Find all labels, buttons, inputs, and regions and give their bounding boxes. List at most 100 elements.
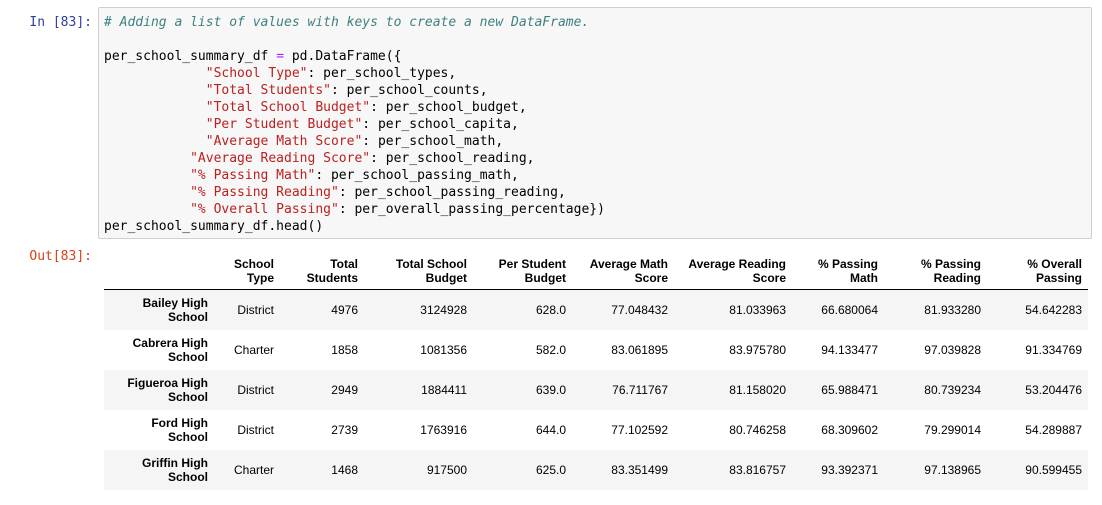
table-row: Cabrera High School Charter 1858 1081356 582.… xyxy=(104,330,1088,370)
table-row: Ford High School District 2739 1763916 644.0 7… xyxy=(104,410,1088,450)
code-token: : per_school_passing_math, xyxy=(315,168,519,183)
column-header-line: Score xyxy=(634,271,668,285)
row-index-line: Cabrera High xyxy=(132,335,208,350)
code-token: # Adding a list of values with keys to c… xyxy=(104,15,590,30)
table-cell: 54.289887 xyxy=(1025,422,1082,437)
column-header-line: Average Reading xyxy=(688,257,786,271)
table-cell: 2949 xyxy=(331,382,358,397)
column-header: % Overall Passing xyxy=(987,249,1088,290)
column-header: School Type xyxy=(214,249,280,290)
column-header-line: Math xyxy=(850,271,878,285)
table-cell: 628.0 xyxy=(535,302,566,317)
column-header-line: Average Math xyxy=(589,257,668,271)
code-token: = xyxy=(276,49,285,64)
code-token: "% Overall Passing" xyxy=(190,202,339,217)
table-cell: 1468 xyxy=(331,462,358,477)
table-cell: 54.642283 xyxy=(1025,302,1082,317)
row-index-line: School xyxy=(167,469,208,484)
column-header-line: School xyxy=(233,257,274,271)
index-header xyxy=(104,249,214,290)
code-token: : per_school_budget, xyxy=(370,100,527,115)
row-index: Cabrera High School xyxy=(104,330,214,370)
table-cell: 582.0 xyxy=(535,342,566,357)
table-cell: 1858 xyxy=(331,342,358,357)
code-token: : per_school_types, xyxy=(307,66,457,81)
table-cell: District xyxy=(237,302,274,317)
code-editor[interactable]: # Adding a list of values with keys to c… xyxy=(99,8,1091,235)
code-token: "Average Reading Score" xyxy=(190,151,371,166)
column-header-line: Passing xyxy=(1035,271,1082,285)
code-input-area[interactable]: # Adding a list of values with keys to c… xyxy=(98,7,1092,239)
table-cell: Charter xyxy=(233,342,274,357)
column-header: Per Student Budget xyxy=(473,249,572,290)
code-token: "% Passing Math" xyxy=(190,168,316,183)
output-area: School Type Total Students Total School Budge… xyxy=(104,249,1088,490)
code-line: "Average Reading Score": per_school_read… xyxy=(104,150,1086,167)
row-index-line: School xyxy=(167,349,208,364)
column-header: Average Reading Score xyxy=(674,249,792,290)
row-index: Figueroa High School xyxy=(104,370,214,410)
row-index: Ford High School xyxy=(104,410,214,450)
row-index-line: School xyxy=(167,429,208,444)
table-cell: District xyxy=(237,382,274,397)
table-cell: 65.988471 xyxy=(821,382,878,397)
code-line: "% Overall Passing": per_overall_passing… xyxy=(104,201,1086,218)
column-header: Total School Budget xyxy=(364,249,473,290)
code-line: "Total Students": per_school_counts, xyxy=(104,82,1086,99)
code-token: pd.DataFrame({ xyxy=(284,49,402,64)
table-cell: 1081356 xyxy=(420,342,467,357)
table-cell: District xyxy=(237,422,274,437)
code-token: "Average Math Score" xyxy=(205,134,363,149)
table-cell: 917500 xyxy=(426,462,467,477)
row-index-line: Bailey High xyxy=(142,295,208,310)
column-header: Average Math Score xyxy=(572,249,674,290)
code-token: : per_school_capita, xyxy=(362,117,519,132)
table-cell: 97.138965 xyxy=(924,462,981,477)
out-prompt: Out[83]: xyxy=(29,249,92,264)
in-prompt: In [83]: xyxy=(29,15,92,30)
code-line: "% Passing Reading": per_school_passing_… xyxy=(104,184,1086,201)
column-header-line: Students xyxy=(306,271,358,285)
dataframe-table: School Type Total Students Total School Budge… xyxy=(104,249,1088,490)
table-cell: 77.048432 xyxy=(611,302,668,317)
table-cell: 76.711767 xyxy=(612,382,668,397)
code-line: "% Passing Math": per_school_passing_mat… xyxy=(104,167,1086,184)
table-cell: 93.392371 xyxy=(821,462,878,477)
table-row: Figueroa High School District 2949 1884411 63… xyxy=(104,369,1088,410)
row-index-line: Figueroa High xyxy=(127,375,208,390)
code-token: "Per Student Budget" xyxy=(205,117,363,132)
code-line: # Adding a list of values with keys to c… xyxy=(104,14,1086,31)
column-header: % Passing Math xyxy=(792,249,884,290)
table-cell: 83.975780 xyxy=(729,342,786,357)
column-header-line: Budget xyxy=(524,271,566,285)
column-header-line: Budget xyxy=(425,271,467,285)
table-cell: 81.933280 xyxy=(924,302,981,317)
column-header: % Passing Reading xyxy=(884,249,987,290)
code-token: : per_school_counts, xyxy=(330,83,488,98)
column-header-line: % Overall xyxy=(1027,257,1082,271)
code-line: per_school_summary_df = pd.DataFrame({ xyxy=(104,48,1086,65)
table-row: Bailey High School District 4976 3124928 628.… xyxy=(104,289,1088,330)
column-header-line: % Passing xyxy=(817,257,878,271)
column-header-line: Reading xyxy=(933,271,981,285)
code-token: "% Passing Reading" xyxy=(190,185,339,200)
table-cell: Charter xyxy=(233,462,274,477)
row-index-line: School xyxy=(167,309,208,324)
table-cell: 80.746258 xyxy=(729,422,786,437)
code-line: per_school_summary_df.head() xyxy=(104,218,1086,235)
table-row: Griffin High School Charter 1468 917500 625.0… xyxy=(104,449,1088,490)
table-cell: 644.0 xyxy=(535,422,566,437)
code-token: : per_school_passing_reading, xyxy=(338,185,566,200)
table-cell: 97.039828 xyxy=(924,342,981,357)
code-line: "Total School Budget": per_school_budget… xyxy=(104,99,1086,116)
code-token: "Total Students" xyxy=(205,83,331,98)
row-index-line: Griffin High xyxy=(142,455,208,470)
